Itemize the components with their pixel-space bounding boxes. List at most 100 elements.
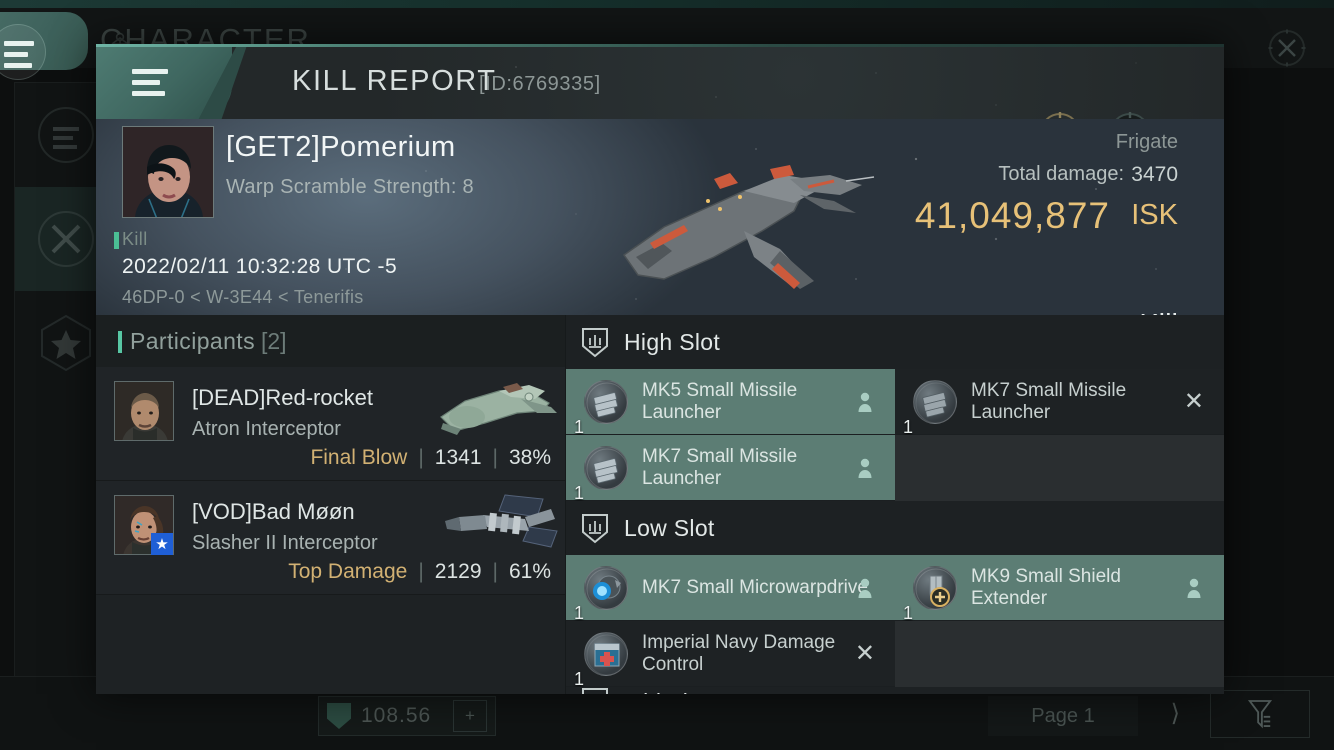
crossed-swords-icon: [37, 210, 95, 268]
participants-label: Participants: [130, 327, 255, 354]
damage-control-icon: [584, 631, 628, 676]
person-icon: [1187, 578, 1201, 598]
close-icon: [1268, 29, 1306, 67]
missile-launcher-icon: [913, 379, 957, 424]
module-name: Imperial Navy Damage Control: [642, 631, 836, 675]
isk-value-text: 41,049,877: [914, 195, 1110, 236]
fitting-pane: High Slot 1 MK5 Small Missile Launcher 1…: [566, 315, 1224, 694]
slot-grid-high: 1 MK5 Small Missile Launcher 1 MK7 Small…: [566, 369, 1224, 503]
participant-tag: Final Blow: [310, 446, 408, 469]
participant-damage: 2129: [434, 560, 482, 583]
participant-name: [DEAD]Red-rocket: [192, 385, 373, 410]
shield-extender-icon: [913, 565, 957, 610]
slot-column-left: 1 MK5 Small Missile Launcher 1 MK7 Small…: [566, 369, 895, 503]
module-name: MK9 Small Shield Extender: [971, 565, 1121, 609]
slot-column-left: 1 MK7 Small Microwarpdrive 1 Imperial Na…: [566, 555, 895, 689]
isk-unit: ISK: [1131, 199, 1178, 231]
missile-launcher-icon: [584, 445, 628, 490]
background-isk-chip[interactable]: 108.56 +: [318, 696, 496, 736]
victim-subtitle: Warp Scramble Strength: 8: [226, 176, 474, 198]
participants-header: Participants [2]: [96, 315, 565, 367]
participant-percent: 61%: [508, 560, 551, 583]
kill-report-id: [ID:6769335]: [479, 73, 601, 95]
hex-star-icon: [37, 314, 95, 372]
kill-location: 46DP-0 < W-3E44 < Tenerifis: [122, 287, 364, 307]
external-link-icon: [1045, 112, 1075, 119]
separator: |: [492, 560, 498, 583]
separator: |: [492, 446, 498, 469]
module-name: MK7 Small Microwarpdrive: [642, 576, 868, 598]
victim-name: [GET2]Pomerium: [226, 131, 456, 163]
x-icon: ✕: [1183, 387, 1204, 415]
participant-damage: 1341: [434, 446, 482, 469]
module-row[interactable]: 1 MK9 Small Shield Extender: [895, 555, 1224, 623]
total-damage-label-text: Total damage:: [998, 163, 1124, 185]
report-body: Participants [2] [DEAD]Red-rocket Atron …: [96, 315, 1224, 694]
close-icon: [1115, 112, 1145, 119]
background-menu-circle: [0, 24, 46, 80]
background-isk-value: 108.56: [361, 704, 432, 727]
module-name: MK7 Small Missile Launcher: [971, 379, 1127, 423]
modal-title: KILL REPORT: [292, 65, 497, 97]
participant-row[interactable]: ★ [VOD]Bad Møøn Slasher II Interceptor T…: [96, 481, 565, 595]
hamburger-icon: [4, 41, 34, 74]
participant-percent: 38%: [508, 446, 551, 469]
background-isk-plus-button[interactable]: +: [453, 700, 487, 732]
slot-shield-icon: [582, 514, 608, 544]
close-modal-button[interactable]: [1106, 109, 1154, 119]
participants-pane: Participants [2] [DEAD]Red-rocket Atron …: [96, 315, 566, 694]
chevron-right-icon[interactable]: ⟩: [1171, 699, 1180, 728]
slot-section-header-low: Low Slot: [566, 501, 1224, 555]
participant-tag: Top Damage: [288, 560, 408, 583]
microwarpdrive-icon: [584, 565, 628, 610]
open-external-button[interactable]: [1036, 109, 1084, 119]
slot-section-title: Mid Slot: [624, 689, 707, 695]
background-close-button[interactable]: [1265, 26, 1309, 70]
person-icon: [858, 392, 872, 412]
slot-section-title: High Slot: [624, 328, 721, 355]
background-filter-button[interactable]: [1210, 690, 1310, 738]
module-row[interactable]: 1 MK7 Small Missile Launcher: [566, 435, 895, 503]
victim-avatar[interactable]: [122, 126, 214, 218]
module-row[interactable]: 1 Imperial Navy Damage Control ✕: [566, 621, 895, 689]
slot-section-header-mid: Mid Slot: [566, 687, 1224, 694]
total-damage-value: 3470: [1131, 163, 1178, 186]
victim-ship-class: Frigate: [1115, 131, 1178, 153]
participant-ship: Slasher II Interceptor: [192, 532, 378, 554]
participant-ship-thumb: [440, 383, 557, 435]
person-icon: [858, 578, 872, 598]
module-row-empty: [895, 621, 1224, 687]
funnel-icon: [1247, 700, 1273, 729]
avatar: [114, 381, 174, 441]
slot-shield-icon: [582, 688, 608, 694]
modal-menu-button[interactable]: [96, 47, 232, 119]
participant-row[interactable]: [DEAD]Red-rocket Atron Interceptor Final…: [96, 367, 565, 481]
kill-report-modal: KILL REPORT [ID:6769335] [GET2]Pomerium …: [96, 44, 1224, 694]
module-row[interactable]: 1 MK7 Small Missile Launcher ✕: [895, 369, 1224, 437]
separator: |: [418, 446, 424, 469]
participant-badge: ★: [151, 533, 173, 555]
hamburger-icon: [132, 69, 168, 102]
x-icon: ✕: [854, 639, 875, 667]
participant-stats: Final Blow | 1341 | 38%: [310, 446, 551, 470]
person-icon: [858, 458, 872, 478]
background-page-indicator: Page 1: [988, 696, 1138, 736]
module-row[interactable]: 1 MK7 Small Microwarpdrive: [566, 555, 895, 623]
victim-ship-render: [622, 165, 875, 289]
module-row[interactable]: 1 MK5 Small Missile Launcher: [566, 369, 895, 437]
slot-column-right: 1 MK9 Small Shield Extender: [895, 555, 1224, 687]
module-name: MK5 Small Missile Launcher: [642, 379, 798, 423]
participant-ship: Atron Interceptor: [192, 418, 341, 440]
participant-name: [VOD]Bad Møøn: [192, 499, 355, 524]
participant-ship-thumb: [445, 494, 558, 548]
missile-launcher-icon: [584, 379, 628, 424]
kill-timestamp: 2022/02/11 10:32:28 UTC -5: [122, 255, 398, 278]
slot-section-header-high: High Slot: [566, 315, 1224, 369]
slot-shield-icon: [582, 328, 608, 358]
participants-count: [2]: [260, 327, 287, 354]
participant-stats: Top Damage | 2129 | 61%: [288, 560, 551, 584]
kill-status-tag: Kill: [114, 229, 148, 249]
list-icon: [37, 106, 95, 164]
kill-banner: [GET2]Pomerium Warp Scramble Strength: 8…: [96, 119, 1224, 315]
background-menu-button[interactable]: [0, 12, 88, 80]
